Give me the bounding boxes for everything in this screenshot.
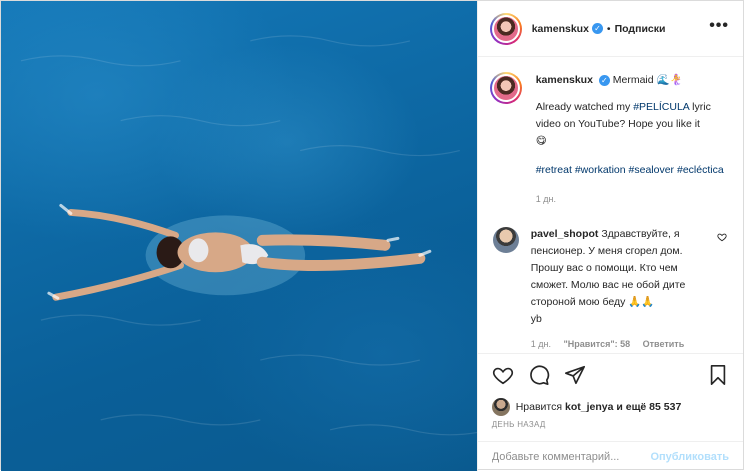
post-footer: Нравится kot_jenya и ещё 85 537 ДЕНЬ НАЗ…: [477, 353, 743, 471]
caption-title-emoji: 🌊🧜‍♀️: [656, 74, 683, 86]
comment-item: pavel_shopot Здравствуйте, я пенсионер. …: [490, 226, 731, 353]
verified-icon: ✓: [598, 74, 610, 86]
likes-count[interactable]: и ещё 85 537: [616, 401, 681, 413]
liker-username[interactable]: kot_jenya: [565, 401, 613, 413]
separator-dot: •: [606, 22, 611, 35]
comment-text-tail: yb: [530, 313, 542, 325]
comment-emoji: 🙏🙏: [628, 296, 655, 308]
post-side-panel: kamenskux ✓ • Подписки ••• kamenskux ✓ M…: [476, 1, 743, 471]
share-icon[interactable]: [564, 364, 586, 386]
verified-icon: ✓: [591, 23, 603, 34]
caption-text: Already watched my: [535, 101, 634, 113]
post-photo[interactable]: [1, 1, 477, 471]
bookmark-icon[interactable]: [707, 364, 729, 386]
likes-prefix: Нравится: [515, 401, 563, 413]
hashtag-link[interactable]: #ecléctica: [677, 164, 724, 176]
post-header: kamenskux ✓ • Подписки •••: [477, 1, 743, 57]
commenter-username[interactable]: pavel_shopot: [531, 228, 599, 240]
action-bar: [478, 354, 743, 396]
post-date[interactable]: ДЕНЬ НАЗАД: [478, 420, 743, 429]
follow-button[interactable]: Подписки: [615, 23, 666, 35]
comment-like-heart-icon[interactable]: [717, 232, 727, 242]
likes-summary: Нравится kot_jenya и ещё 85 537: [478, 396, 743, 418]
caption: kamenskux ✓ Mermaid 🌊🧜‍♀️ Already watche…: [489, 72, 731, 208]
comments-list: kamenskux ✓ Mermaid 🌊🧜‍♀️ Already watche…: [478, 58, 743, 352]
caption-username[interactable]: kamenskux: [536, 74, 593, 86]
author-username[interactable]: kamenskux: [532, 23, 589, 35]
caption-time[interactable]: 1 дн.: [536, 194, 556, 204]
comment-time[interactable]: 1 дн.: [531, 339, 551, 349]
liker-avatar[interactable]: [491, 398, 510, 416]
sea-swimmer-image: [20, 35, 477, 436]
caption-title: Mermaid: [612, 74, 654, 86]
reply-button[interactable]: Ответить: [643, 339, 685, 349]
comment-input[interactable]: [491, 450, 651, 463]
instagram-post: kamenskux ✓ • Подписки ••• kamenskux ✓ M…: [0, 0, 744, 471]
hashtag-link[interactable]: #workation: [575, 164, 626, 176]
commenter-avatar[interactable]: [492, 227, 519, 253]
comment-likes[interactable]: "Нравится": 58: [563, 339, 630, 349]
heart-icon[interactable]: [492, 364, 514, 386]
comment-text: Здравствуйте, я пенсионер. У меня сгорел…: [530, 228, 686, 308]
comment-icon[interactable]: [528, 364, 550, 386]
hashtag-link-pelicula[interactable]: #PELÍCULA: [633, 101, 689, 113]
hashtag-link[interactable]: #sealover: [629, 164, 675, 176]
more-icon[interactable]: •••: [709, 17, 729, 35]
publish-button[interactable]: Опубликовать: [650, 451, 729, 463]
hashtag-link[interactable]: #retreat: [536, 164, 572, 176]
caption-emoji: 😋: [535, 135, 547, 147]
add-comment-bar: Опубликовать: [477, 441, 743, 471]
author-avatar[interactable]: [489, 12, 522, 45]
caption-avatar[interactable]: [489, 72, 522, 104]
